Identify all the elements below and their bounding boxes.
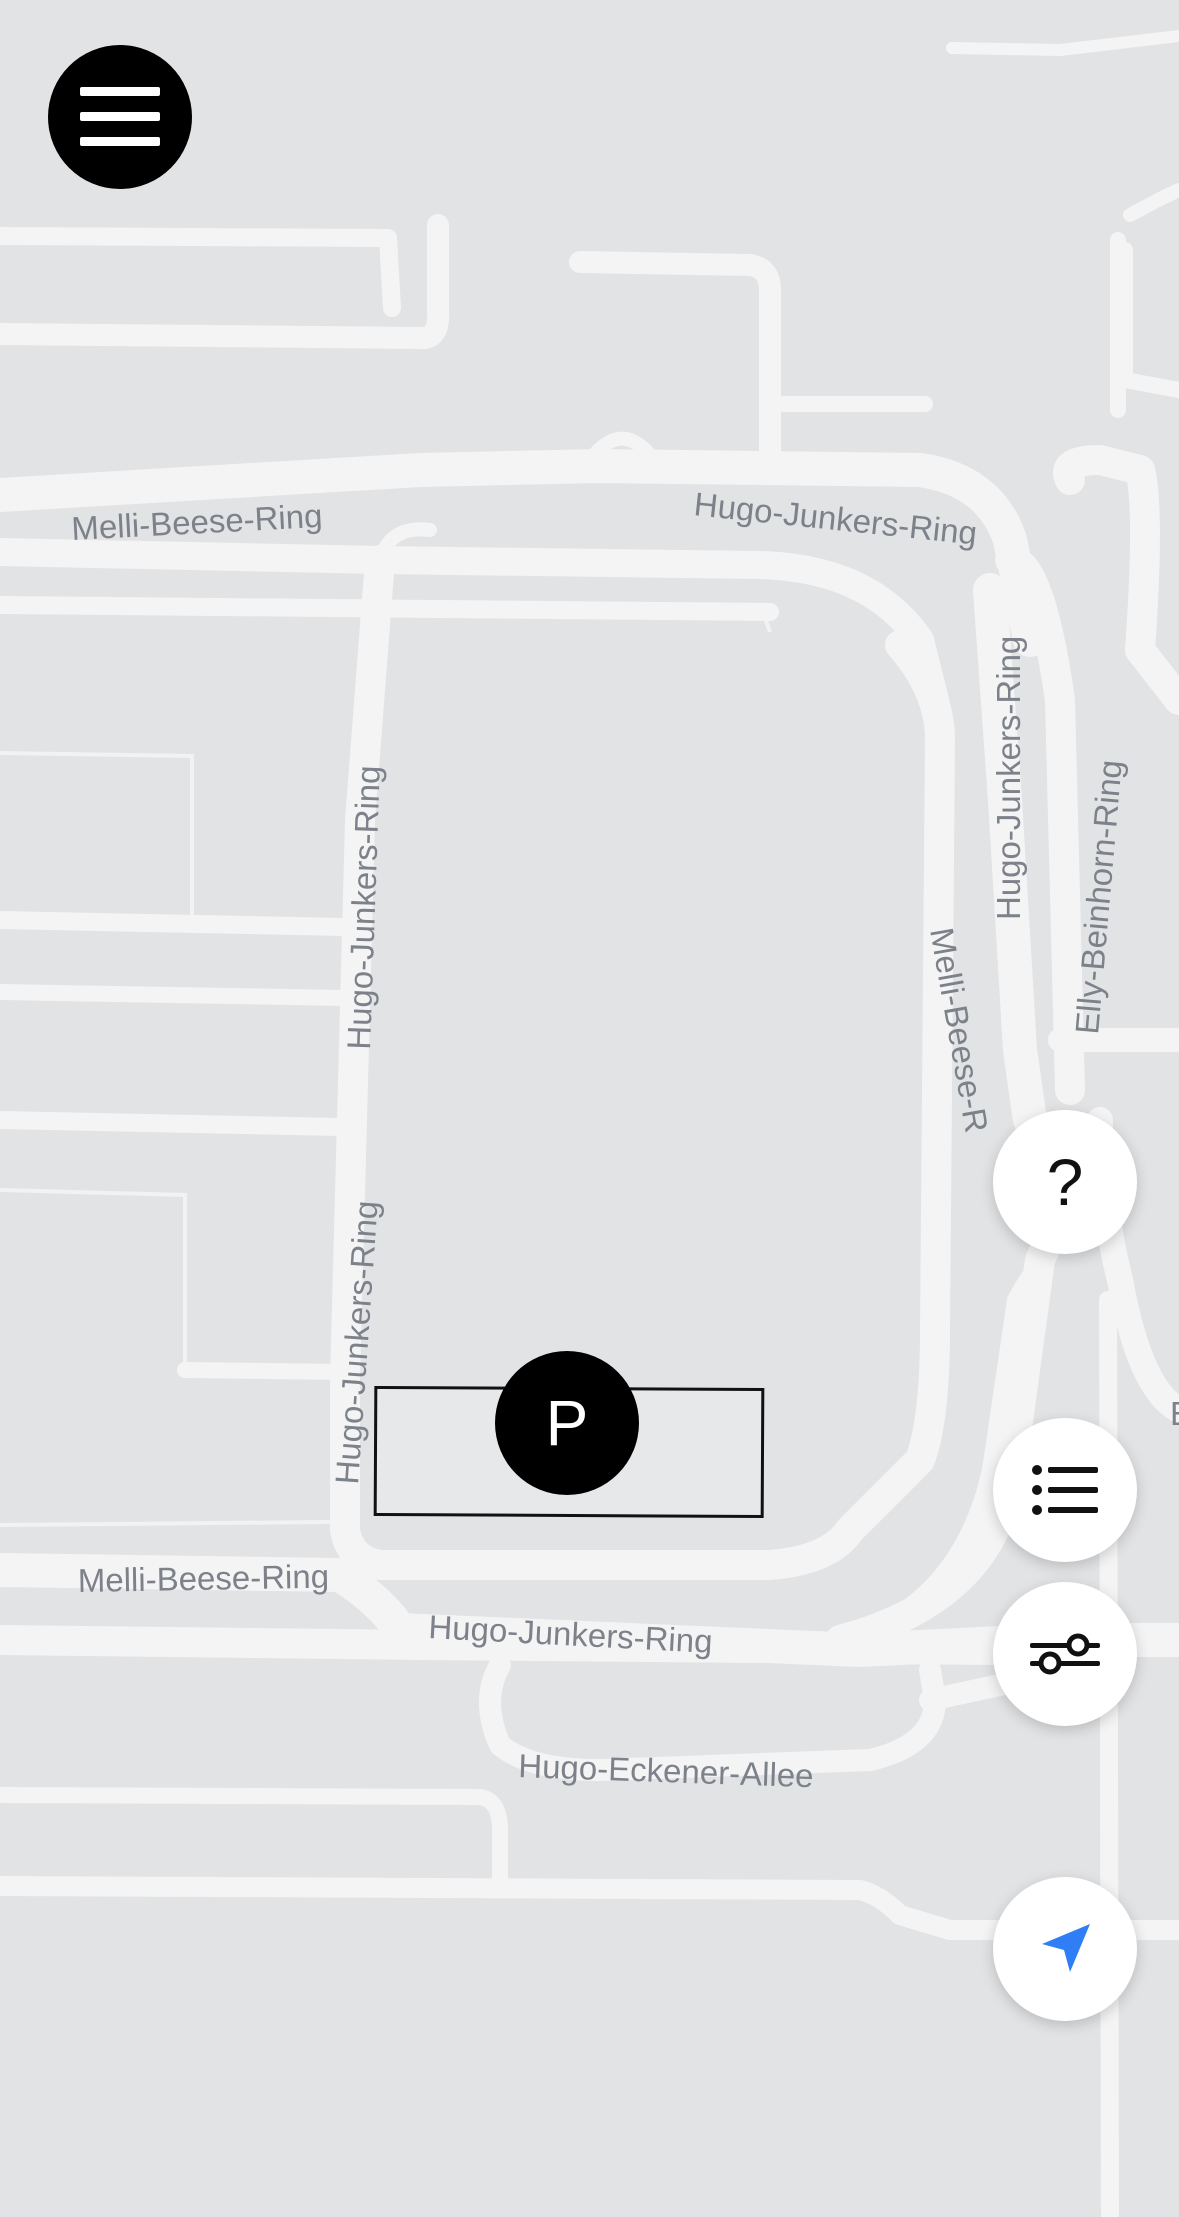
street-label-hugo-junkers-ring-right: Hugo-Junkers-Ring [990,636,1027,920]
navigation-arrow-icon [1042,1924,1090,1972]
filter-button[interactable] [993,1582,1137,1726]
list-icon [1032,1465,1098,1515]
map-screen: Melli-Beese-Ring Hugo-Junkers-Ring Hugo-… [0,0,1179,2217]
hamburger-menu-icon [80,87,160,146]
street-label-melli-beese-ring-bottom: Melli-Beese-Ring [77,1558,329,1599]
parking-marker[interactable]: P [495,1351,639,1495]
help-icon: ? [1046,1145,1084,1219]
sliders-icon [1030,1633,1100,1675]
list-view-button[interactable] [993,1418,1137,1562]
street-label-edge: E [1170,1395,1179,1432]
help-button[interactable]: ? [993,1110,1137,1254]
locate-me-button[interactable] [993,1877,1137,2021]
parking-marker-label: P [545,1387,589,1459]
map-canvas[interactable]: Melli-Beese-Ring Hugo-Junkers-Ring Hugo-… [0,0,1179,2217]
menu-button[interactable] [48,45,192,189]
